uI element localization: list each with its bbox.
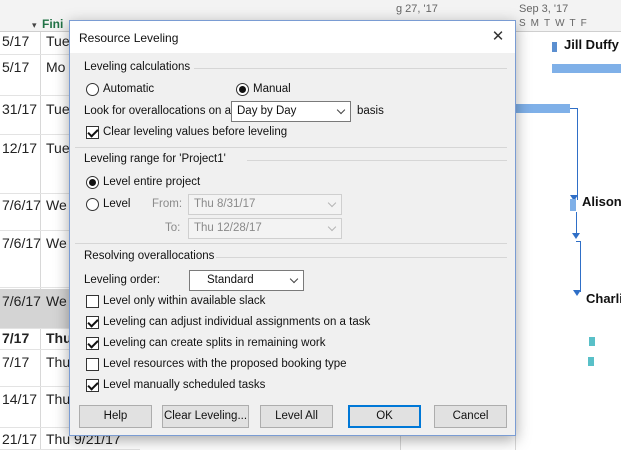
- cancel-button[interactable]: Cancel: [434, 405, 507, 428]
- chevron-down-icon: [289, 274, 299, 284]
- gantt-resource-label: Alison: [582, 194, 621, 209]
- chevron-down-icon: [327, 222, 337, 232]
- chevron-down-icon: [327, 198, 337, 208]
- group-divider: [216, 257, 507, 258]
- range-group-title: Leveling range for 'Project1': [84, 153, 226, 165]
- dialog-title: Resource Leveling: [79, 31, 179, 45]
- level-entire-project-radio[interactable]: [86, 176, 99, 189]
- leveling-order-value: Standard: [207, 274, 254, 286]
- clear-leveling-values-label[interactable]: Clear leveling values before leveling: [103, 126, 287, 138]
- resolving-group-title: Resolving overallocations: [84, 250, 215, 262]
- adjust-assignments-checkbox[interactable]: [86, 316, 99, 329]
- manually-scheduled-label[interactable]: Level manually scheduled tasks: [103, 379, 265, 391]
- close-button[interactable]: ✕: [481, 21, 515, 53]
- leveling-order-dropdown[interactable]: Standard: [189, 270, 304, 291]
- basis-dropdown[interactable]: Day by Day: [231, 101, 351, 122]
- level-range-label[interactable]: Level: [103, 198, 131, 210]
- gantt-milestone-bar[interactable]: [552, 42, 557, 52]
- basis-suffix-label: basis: [357, 105, 384, 117]
- manually-scheduled-checkbox[interactable]: [86, 379, 99, 392]
- create-splits-checkbox[interactable]: [86, 337, 99, 350]
- proposed-booking-label[interactable]: Level resources with the proposed bookin…: [103, 358, 347, 370]
- group-divider: [194, 68, 507, 69]
- level-entire-project-label[interactable]: Level entire project: [103, 176, 200, 188]
- gantt-resource-label: Jill Duffy: [564, 37, 619, 52]
- manual-radio[interactable]: [236, 83, 249, 96]
- level-within-slack-label[interactable]: Level only within available slack: [103, 295, 265, 307]
- clear-leveling-values-checkbox[interactable]: [86, 126, 99, 139]
- create-splits-label[interactable]: Leveling can create splits in remaining …: [103, 337, 325, 349]
- group-divider: [247, 160, 507, 161]
- overallocation-basis-label: Look for overallocations on a: [84, 105, 232, 117]
- clear-leveling-button[interactable]: Clear Leveling...: [162, 405, 249, 428]
- gantt-task-bar[interactable]: [552, 64, 621, 73]
- gantt-link-arrow-icon: [573, 290, 581, 296]
- finish-column-header[interactable]: Fini: [42, 17, 63, 31]
- sort-arrow-icon[interactable]: ▾: [32, 20, 37, 31]
- chevron-down-icon: [336, 105, 346, 115]
- timescale-week-2: Sep 3, '17: [519, 3, 569, 15]
- timescale-week-1: g 27, '17: [396, 3, 438, 15]
- gantt-link-line: [577, 108, 578, 200]
- ok-button[interactable]: OK: [348, 405, 421, 428]
- calculations-group-title: Leveling calculations: [84, 61, 191, 73]
- close-icon: ✕: [491, 28, 505, 45]
- manual-radio-label[interactable]: Manual: [253, 83, 291, 95]
- to-date-value: Thu 12/28/17: [194, 222, 262, 234]
- leveling-order-label: Leveling order:: [84, 274, 161, 286]
- group-divider: [75, 147, 507, 148]
- from-date-label: From:: [152, 198, 183, 210]
- from-date-picker[interactable]: Thu 8/31/17: [188, 194, 342, 215]
- automatic-radio-label[interactable]: Automatic: [103, 83, 154, 95]
- basis-dropdown-value: Day by Day: [237, 105, 297, 117]
- gantt-task-bar[interactable]: [516, 104, 570, 113]
- gantt-task-bar[interactable]: [570, 199, 576, 211]
- to-date-picker[interactable]: Thu 12/28/17: [188, 218, 342, 239]
- adjust-assignments-label[interactable]: Leveling can adjust individual assignmen…: [103, 316, 370, 328]
- level-within-slack-checkbox[interactable]: [86, 295, 99, 308]
- gantt-task-bar[interactable]: [589, 337, 595, 346]
- gantt-link-line: [580, 241, 581, 292]
- gantt-link-arrow-icon: [572, 233, 580, 239]
- automatic-radio[interactable]: [86, 83, 99, 96]
- from-date-value: Thu 8/31/17: [194, 198, 256, 210]
- help-button[interactable]: Help: [79, 405, 152, 428]
- level-range-radio[interactable]: [86, 198, 99, 211]
- dialog-title-bar[interactable]: Resource Leveling ✕: [70, 21, 515, 53]
- gantt-task-bar[interactable]: [588, 357, 594, 366]
- to-date-label: To:: [165, 222, 181, 234]
- gantt-resource-label: Charli: [586, 291, 621, 306]
- proposed-booking-checkbox[interactable]: [86, 358, 99, 371]
- timescale-day-letters: SMTWTF: [519, 18, 592, 29]
- resource-leveling-dialog: Resource Leveling ✕ Leveling calculation…: [69, 20, 516, 436]
- level-all-button[interactable]: Level All: [260, 405, 333, 428]
- group-divider: [75, 243, 507, 244]
